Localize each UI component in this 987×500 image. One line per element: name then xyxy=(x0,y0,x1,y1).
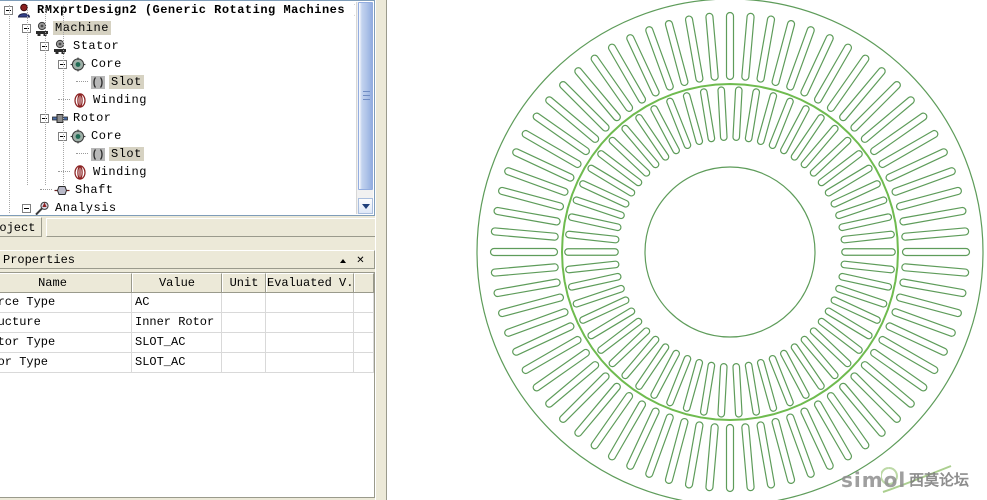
tree-item-label: Core xyxy=(91,129,122,143)
tree-connector xyxy=(40,189,52,191)
tree-item-core[interactable]: Core xyxy=(0,55,355,73)
dock-splitter[interactable] xyxy=(375,0,387,500)
properties-grid-header: NameValueUnitEvaluated V... xyxy=(0,273,374,293)
tree-item-machine[interactable]: Machine xyxy=(0,19,355,37)
properties-cell-value[interactable]: SLOT_AC xyxy=(132,333,222,352)
tree-item-stator[interactable]: Stator xyxy=(0,37,355,55)
dock-tab-strip: Project xyxy=(0,217,379,239)
machine-icon xyxy=(34,21,50,36)
rotating-machine-cross-section xyxy=(476,0,984,500)
properties-row[interactable]: Source TypeAC xyxy=(0,293,374,313)
tab-strip-filler xyxy=(46,218,375,237)
properties-title-bar: Properties ✕ xyxy=(0,250,375,269)
properties-cell-evaluated[interactable] xyxy=(266,333,354,352)
tree-item-label: RMxprtDesign2 (Generic Rotating Machines… xyxy=(37,3,355,17)
properties-cell-name[interactable]: Structure xyxy=(0,313,132,332)
machine-geometry xyxy=(476,0,984,500)
properties-grid[interactable]: NameValueUnitEvaluated V... Source TypeA… xyxy=(0,272,375,498)
tree-item-label: Slot xyxy=(109,147,144,161)
column-header-name[interactable]: Name xyxy=(0,273,132,292)
properties-title: Properties xyxy=(3,253,76,267)
core-icon xyxy=(70,129,86,144)
tree-item-rotor[interactable]: Rotor xyxy=(0,109,355,127)
tree-item-label: Slot xyxy=(109,75,144,89)
collapse-icon[interactable] xyxy=(337,254,350,267)
properties-cell-value[interactable]: SLOT_AC xyxy=(132,353,222,372)
tree-item-slot[interactable]: Slot xyxy=(0,73,355,91)
scrollbar-grip-icon xyxy=(363,91,370,100)
winding-icon xyxy=(72,164,88,180)
tree-item-label: Winding xyxy=(93,93,147,107)
tree-item-winding[interactable]: Winding xyxy=(0,163,355,181)
stator-icon xyxy=(52,39,68,54)
tree-connector xyxy=(76,81,88,83)
tab-project[interactable]: Project xyxy=(0,217,43,237)
tree-item-label: Rotor xyxy=(73,111,112,125)
properties-row[interactable]: Rotor TypeSLOT_AC xyxy=(0,353,374,373)
properties-cell-name[interactable]: Stator Type xyxy=(0,333,132,352)
properties-cell-extra[interactable] xyxy=(354,293,374,312)
properties-cell-value[interactable]: Inner Rotor xyxy=(132,313,222,332)
model-canvas[interactable]: simol 西莫论坛 xyxy=(388,0,987,500)
left-dock: RMxprtDesign2 (Generic Rotating Machines… xyxy=(0,0,387,500)
tree-connector xyxy=(76,153,88,155)
properties-cell-evaluated[interactable] xyxy=(266,353,354,372)
tree-item-label: Stator xyxy=(73,39,120,53)
tree-expander-icon[interactable] xyxy=(22,203,31,213)
close-icon[interactable]: ✕ xyxy=(354,254,367,267)
tree-item-label: Machine xyxy=(53,21,111,35)
tree-item-analysis[interactable]: Analysis xyxy=(0,199,355,215)
column-header-unit[interactable]: Unit xyxy=(222,273,266,292)
tree-connector xyxy=(58,171,70,173)
tree-guide-line xyxy=(63,5,64,185)
shaft-icon xyxy=(54,183,70,198)
tree-item-label: Core xyxy=(91,57,122,71)
tree-guide-line xyxy=(9,5,10,213)
slot-icon xyxy=(90,147,106,162)
column-header-evaluated-v[interactable]: Evaluated V... xyxy=(266,273,354,292)
column-header-blank[interactable] xyxy=(354,273,374,292)
tree-scrollbar-thumb[interactable] xyxy=(358,2,373,190)
winding-icon xyxy=(72,92,88,108)
application-window: RMxprtDesign2 (Generic Rotating Machines… xyxy=(0,0,987,500)
tree-item-core[interactable]: Core xyxy=(0,127,355,145)
properties-cell-unit[interactable] xyxy=(222,353,266,372)
tree-item-label: Winding xyxy=(93,165,147,179)
tree-item-shaft[interactable]: Shaft xyxy=(0,181,355,199)
properties-panel: Properties ✕ NameValueUnitEvaluated V...… xyxy=(0,250,379,500)
design-icon xyxy=(16,3,32,18)
tree-item-winding[interactable]: Winding xyxy=(0,91,355,109)
properties-row[interactable]: StructureInner Rotor xyxy=(0,313,374,333)
scroll-down-button[interactable] xyxy=(358,198,373,214)
tree-guide-line xyxy=(45,5,46,185)
slot-icon xyxy=(90,75,106,90)
analysis-icon xyxy=(34,201,50,216)
properties-cell-unit[interactable] xyxy=(222,333,266,352)
project-tree-panel[interactable]: RMxprtDesign2 (Generic Rotating Machines… xyxy=(0,0,375,216)
properties-cell-extra[interactable] xyxy=(354,313,374,332)
properties-cell-extra[interactable] xyxy=(354,333,374,352)
tree-item-label: Analysis xyxy=(55,201,117,215)
column-header-value[interactable]: Value xyxy=(132,273,222,292)
project-tree[interactable]: RMxprtDesign2 (Generic Rotating Machines… xyxy=(0,1,355,215)
tree-guide-line xyxy=(27,5,28,185)
tree-item-root[interactable]: RMxprtDesign2 (Generic Rotating Machines… xyxy=(0,1,355,19)
properties-row[interactable]: Stator TypeSLOT_AC xyxy=(0,333,374,353)
rotor-icon xyxy=(52,111,68,126)
tree-vertical-scrollbar[interactable] xyxy=(356,2,373,214)
properties-cell-unit[interactable] xyxy=(222,313,266,332)
core-icon xyxy=(70,57,86,72)
tree-item-slot[interactable]: Slot xyxy=(0,145,355,163)
tree-item-label: Shaft xyxy=(75,183,114,197)
properties-cell-evaluated[interactable] xyxy=(266,293,354,312)
properties-cell-name[interactable]: Rotor Type xyxy=(0,353,132,372)
properties-cell-evaluated[interactable] xyxy=(266,313,354,332)
properties-cell-extra[interactable] xyxy=(354,353,374,372)
tree-connector xyxy=(58,99,70,101)
properties-cell-unit[interactable] xyxy=(222,293,266,312)
properties-cell-name[interactable]: Source Type xyxy=(0,293,132,312)
properties-cell-value[interactable]: AC xyxy=(132,293,222,312)
